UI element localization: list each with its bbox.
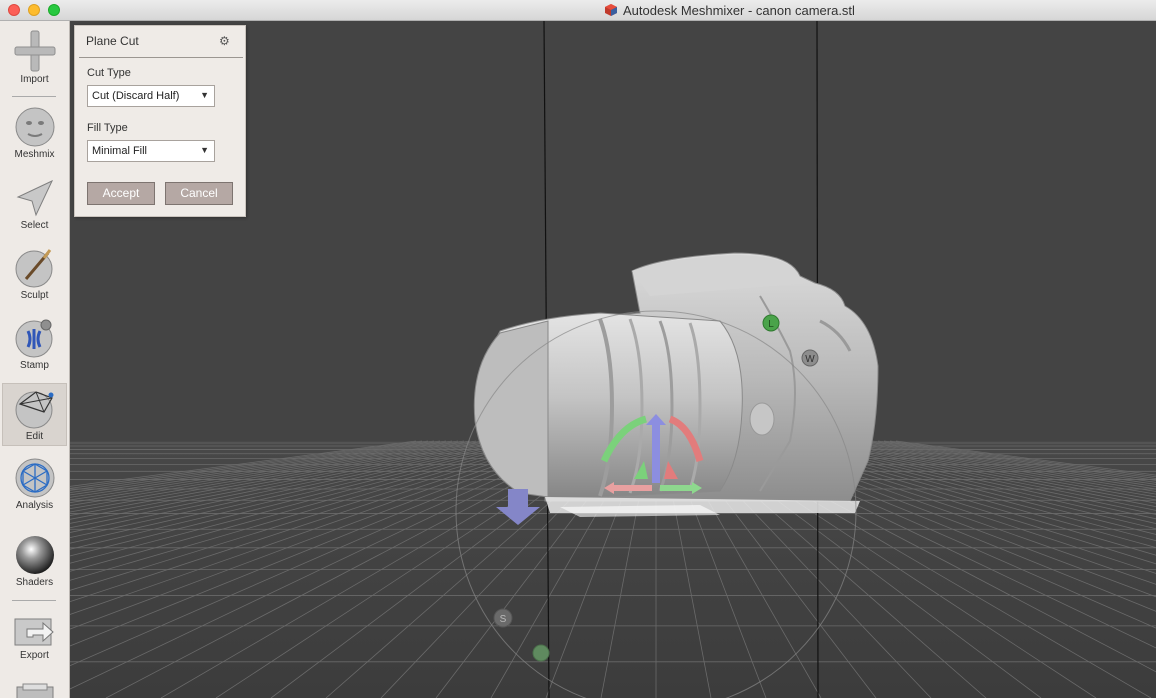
toolbar-label-analysis: Analysis: [15, 500, 54, 511]
gizmo-marker-w[interactable]: W: [801, 349, 819, 367]
gizmo-marker-l[interactable]: L: [762, 314, 780, 332]
cut-type-select[interactable]: Cut (Discard Half) ▼: [87, 85, 215, 107]
toolbar-label-meshmix: Meshmix: [14, 149, 55, 160]
minimize-window-button[interactable]: [28, 4, 40, 16]
left-toolbar: Import Meshmix Select Sculpt Stamp Edit …: [0, 21, 70, 698]
zoom-window-button[interactable]: [48, 4, 60, 16]
toolbar-analysis[interactable]: Analysis: [2, 457, 67, 517]
cut-type-value: Cut (Discard Half): [92, 90, 180, 102]
svg-text:L: L: [768, 319, 774, 330]
edit-mesh-icon: [15, 391, 53, 429]
dropdown-arrow-icon: ▼: [200, 145, 209, 155]
toolbar-label-select: Select: [20, 220, 49, 231]
cut-type-label: Cut Type: [87, 67, 131, 79]
toolbar-sculpt[interactable]: Sculpt: [2, 247, 67, 307]
accept-button[interactable]: Accept: [87, 182, 155, 205]
toolbar-edit[interactable]: Edit: [2, 383, 67, 446]
fill-type-value: Minimal Fill: [92, 145, 147, 157]
toolbar-select[interactable]: Select: [2, 177, 67, 237]
cursor-arrow-icon: [16, 179, 53, 217]
toolbar-meshmix[interactable]: Meshmix: [2, 106, 67, 166]
toolbar-divider: [12, 600, 56, 601]
brush-icon: [15, 249, 52, 288]
fill-type-label: Fill Type: [87, 122, 128, 134]
toolbar-label-export: Export: [20, 650, 49, 661]
meshmixer-app-icon: [605, 4, 617, 16]
toolbar-shaders[interactable]: Shaders: [2, 534, 67, 594]
dropdown-arrow-icon: ▼: [200, 90, 209, 100]
plane-cut-panel: Plane Cut ⚙ Cut Type Cut (Discard Half) …: [74, 25, 246, 217]
shader-sphere-icon: [15, 536, 54, 574]
panel-divider: [79, 57, 243, 58]
green-axis-handle[interactable]: [660, 485, 692, 491]
plus-icon: [14, 30, 55, 72]
stamp-icon: [15, 319, 52, 358]
red-axis-handle[interactable]: [612, 485, 652, 491]
blue-axis-shaft[interactable]: [652, 423, 660, 483]
gizmo-marker-s[interactable]: S: [493, 608, 513, 628]
cancel-button[interactable]: Cancel: [165, 182, 233, 205]
analysis-mesh-icon: [15, 458, 54, 498]
gear-icon[interactable]: ⚙: [219, 34, 230, 48]
toolbar-label-stamp: Stamp: [20, 360, 49, 371]
svg-text:W: W: [805, 354, 815, 365]
print-icon: [16, 683, 53, 698]
export-icon: [14, 618, 54, 646]
toolbar-more[interactable]: [2, 683, 67, 698]
panel-title: Plane Cut: [86, 34, 139, 48]
toolbar-label-edit: Edit: [25, 431, 44, 442]
toolbar-import[interactable]: Import: [2, 29, 67, 97]
toolbar-label-shaders: Shaders: [15, 577, 54, 588]
title-bar: Autodesk Meshmixer - canon camera.stl: [0, 0, 1156, 21]
toolbar-divider: [12, 96, 56, 97]
fill-type-select[interactable]: Minimal Fill ▼: [87, 140, 215, 162]
window-title: Autodesk Meshmixer - canon camera.stl: [623, 3, 855, 18]
toolbar-label-sculpt: Sculpt: [20, 290, 49, 301]
toolbar-label-import: Import: [20, 74, 49, 85]
gizmo-green-handle[interactable]: [532, 644, 550, 662]
toolbar-export[interactable]: Export: [2, 615, 67, 675]
meshmix-face-icon: [15, 107, 54, 147]
close-window-button[interactable]: [8, 4, 20, 16]
toolbar-stamp[interactable]: Stamp: [2, 317, 67, 377]
svg-text:S: S: [500, 614, 507, 625]
